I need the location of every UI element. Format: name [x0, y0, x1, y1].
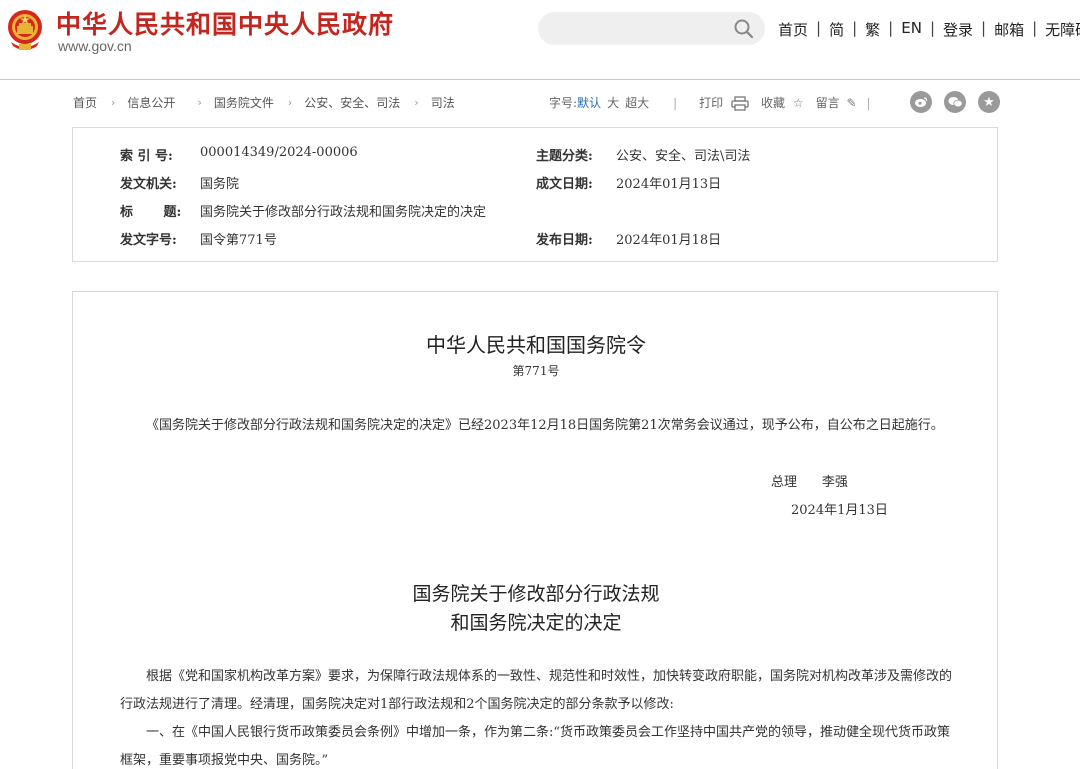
favorite-icon[interactable]: ★: [978, 91, 1000, 113]
nav-home[interactable]: 首页: [778, 19, 808, 40]
national-emblem-logo[interactable]: [5, 8, 45, 52]
signer-name: 李强: [821, 475, 848, 490]
chevron-right-icon: ›: [414, 96, 419, 109]
article-body: 中华人民共和国国务院令 第771号 《国务院关于修改部分行政法规和国务院决定的决…: [72, 291, 998, 769]
breadcrumb-public-security[interactable]: 公安、安全、司法: [304, 94, 400, 111]
toolbar-divider: |: [673, 95, 678, 110]
index-label: 索 引 号:: [120, 149, 173, 164]
signature-date: 2024年1月13日: [791, 503, 888, 518]
breadcrumb-home[interactable]: 首页: [73, 94, 97, 111]
body-paragraph: 一、在《中国人民银行货币政策委员会条例》中增加一条，作为第二条:“货币政策委员会…: [120, 725, 951, 768]
breadcrumb: 首页 › 信息公开 › 国务院文件 › 公安、安全、司法 › 司法: [73, 94, 455, 111]
issuer-value: 国务院: [200, 177, 240, 192]
chevron-right-icon: ›: [197, 96, 202, 109]
font-size-large[interactable]: 大: [607, 94, 619, 111]
index-value: 000014349/2024-00006: [200, 145, 358, 160]
font-size-xlarge[interactable]: 超大: [625, 94, 649, 111]
decree-number: 第771号: [512, 364, 560, 378]
nav-separator: |: [981, 19, 987, 37]
signature-line: 总理 李强: [771, 471, 848, 490]
favorite-label: 收藏: [760, 96, 785, 110]
wechat-icon[interactable]: [944, 91, 966, 113]
toolbar-divider: |: [866, 95, 871, 110]
top-navigation: 首页 | 简 | 繁 | EN | 登录 | 邮箱 | 无障碍: [778, 19, 1080, 40]
breadcrumb-info-public[interactable]: 信息公开: [127, 94, 175, 111]
decree-title: 中华人民共和国国务院令: [426, 333, 646, 357]
title-label: 标 题:: [120, 205, 182, 220]
site-url: www.gov.cn: [58, 38, 132, 54]
search-icon[interactable]: [733, 18, 755, 40]
nav-separator: |: [852, 19, 858, 37]
published-date-value: 2024年01月18日: [616, 233, 722, 248]
weibo-icon[interactable]: [910, 91, 932, 113]
category-value: 公安、安全、司法\司法: [616, 149, 751, 164]
title-value: 国务院关于修改部分行政法规和国务院决定的决定: [200, 205, 487, 220]
comment-button[interactable]: 留言 ✎: [816, 94, 857, 111]
category-label: 主题分类:: [536, 149, 593, 164]
issuer-label: 发文机关:: [120, 177, 177, 192]
nav-mail[interactable]: 邮箱: [994, 19, 1024, 40]
nav-simplified[interactable]: 简: [829, 19, 844, 40]
printer-icon: [731, 96, 749, 111]
article-toolbar: 字号: 默认 大 超大 | 打印 收藏 ☆ 留言 ✎ |: [549, 94, 871, 111]
comment-label: 留言: [815, 96, 840, 110]
font-size-default[interactable]: 默认: [577, 94, 601, 111]
nav-traditional[interactable]: 繁: [865, 19, 880, 40]
created-date-label: 成文日期:: [536, 177, 593, 192]
breadcrumb-judiciary[interactable]: 司法: [431, 94, 455, 111]
search-input[interactable]: [538, 12, 765, 45]
body-paragraph: 根据《党和国家机构改革方案》要求，为保障行政法规体系的一致性、规范性和时效性，加…: [120, 669, 953, 712]
doc-number-value: 国令第771号: [200, 233, 277, 248]
nav-login[interactable]: 登录: [943, 19, 973, 40]
decision-title-line2: 和国务院决定的决定: [450, 612, 622, 634]
nav-separator: |: [1032, 19, 1038, 37]
print-label: 打印: [699, 96, 724, 110]
created-date-value: 2024年01月13日: [616, 177, 722, 192]
doc-number-label: 发文字号:: [120, 233, 177, 248]
pencil-icon: ✎: [846, 96, 857, 110]
nav-separator: |: [816, 19, 822, 37]
signer-title: 总理: [771, 475, 798, 490]
site-title[interactable]: 中华人民共和国中央人民政府: [56, 5, 394, 41]
intro-paragraph: 《国务院关于修改部分行政法规和国务院决定的决定》已经2023年12月18日国务院…: [146, 418, 944, 433]
favorite-button[interactable]: 收藏 ☆: [761, 94, 804, 111]
print-button[interactable]: 打印: [699, 94, 749, 111]
chevron-right-icon: ›: [111, 96, 116, 109]
share-bar: ★: [910, 91, 1000, 113]
star-icon: ☆: [792, 96, 804, 110]
breadcrumb-state-council-docs[interactable]: 国务院文件: [214, 94, 274, 111]
published-date-label: 发布日期:: [536, 233, 593, 248]
site-header: 中华人民共和国中央人民政府 www.gov.cn 首页 | 简 | 繁 | EN…: [0, 0, 1080, 80]
chevron-right-icon: ›: [287, 96, 293, 109]
nav-separator: |: [929, 19, 935, 37]
decision-title-line1: 国务院关于修改部分行政法规: [412, 583, 660, 605]
nav-english[interactable]: EN: [901, 19, 922, 40]
document-info-table: 索 引 号: 000014349/2024-00006 主题分类: 公安、安全、…: [72, 127, 998, 262]
nav-accessibility[interactable]: 无障碍: [1045, 19, 1080, 40]
nav-separator: |: [888, 19, 894, 37]
font-size-label: 字号:: [549, 96, 578, 110]
